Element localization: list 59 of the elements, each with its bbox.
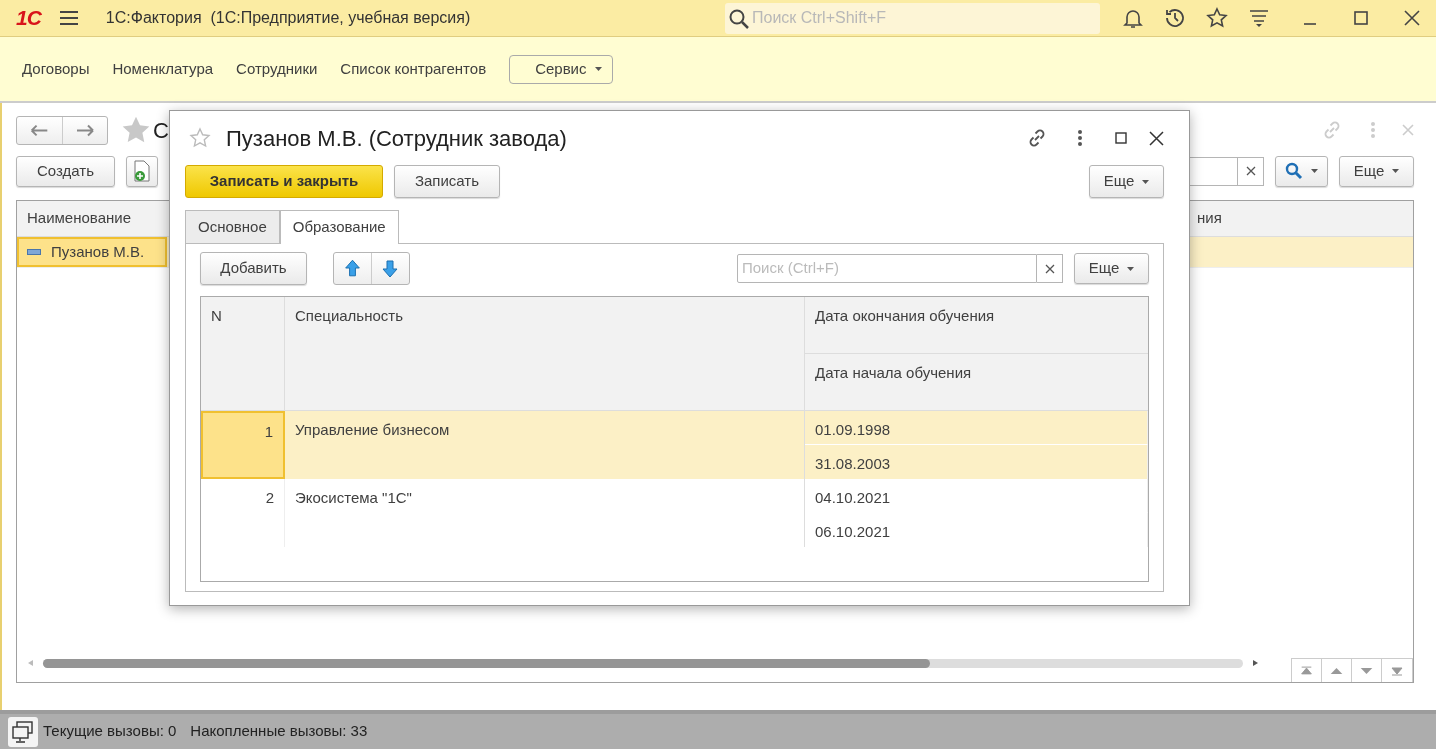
table-cell: 01.09.1998 xyxy=(805,411,1148,445)
table-cell: 31.08.2003 xyxy=(805,445,1148,479)
tab[interactable]: Образование xyxy=(279,210,399,244)
table-cell: 04.10.2021 xyxy=(805,479,1148,513)
column-header[interactable]: N xyxy=(201,297,285,411)
column-header[interactable]: Дата начала обучения xyxy=(805,354,1148,411)
caret-icon xyxy=(594,67,602,71)
caret-icon xyxy=(1392,169,1400,173)
close-icon xyxy=(1044,263,1055,274)
table-cell: Управление бизнесом xyxy=(285,411,805,479)
section-link[interactable]: Список контрагентов xyxy=(340,57,487,81)
scrollbar-thumb[interactable] xyxy=(43,658,930,668)
star-icon[interactable] xyxy=(188,126,212,150)
search-button[interactable] xyxy=(1275,155,1328,187)
star-icon[interactable] xyxy=(1205,6,1229,30)
scroll-right-icon[interactable] xyxy=(1251,659,1259,667)
column-header[interactable]: Специальность xyxy=(285,297,805,411)
caret-icon xyxy=(1127,266,1135,271)
more-button[interactable]: Еще xyxy=(1089,165,1164,198)
app-logo: 1С xyxy=(16,5,41,32)
monitor-icon[interactable] xyxy=(8,716,38,747)
more-icon[interactable] xyxy=(1077,129,1083,147)
save-button[interactable]: Записать xyxy=(394,165,500,198)
item-icon xyxy=(27,249,41,255)
search-icon xyxy=(1285,162,1303,180)
dialog-title: Пузанов М.В. (Сотрудник завода) xyxy=(226,124,567,153)
section-link[interactable]: Номенклатура xyxy=(112,57,214,81)
table-cell: 1 xyxy=(201,411,285,479)
close-icon[interactable] xyxy=(1149,130,1164,146)
form-title: С xyxy=(153,116,169,145)
more-button[interactable]: Еще xyxy=(1074,253,1149,284)
table-cell: 2 xyxy=(201,479,285,547)
add-document-button[interactable] xyxy=(126,155,158,187)
status-text: Текущие вызовы: 0 xyxy=(43,721,177,742)
history-icon[interactable] xyxy=(1163,6,1187,30)
more-button[interactable]: Еще xyxy=(1339,155,1414,187)
column-header[interactable]: ния xyxy=(1197,207,1413,230)
maximize-icon[interactable] xyxy=(1115,132,1127,144)
status-text: Накопленные вызовы: 33 xyxy=(190,721,368,742)
search-field[interactable]: Поиск Ctrl+Shift+F xyxy=(725,2,1100,34)
column-header[interactable]: Дата окончания обучения xyxy=(805,297,1148,354)
table-cell: 06.10.2021 xyxy=(805,513,1148,547)
save-and-close-button[interactable]: Записать и закрыть xyxy=(185,165,383,198)
column-header[interactable]: Наименование xyxy=(17,207,131,230)
service-menu-button[interactable]: Сервис xyxy=(509,54,613,84)
document-add-icon xyxy=(133,160,151,182)
add-button[interactable]: Добавить xyxy=(200,252,307,285)
caret-icon xyxy=(1311,169,1318,173)
section-link[interactable]: Договоры xyxy=(22,57,90,81)
app-title: 1С:Фактория (1С:Предприятие, учебная версия) xyxy=(105,8,471,28)
scrollbar-track[interactable] xyxy=(43,658,1243,668)
clear-button[interactable] xyxy=(1037,254,1063,283)
table-cell: Экосистема "1С" xyxy=(285,479,805,547)
section-link[interactable]: Сотрудники xyxy=(236,57,318,81)
caret-icon xyxy=(1142,179,1150,184)
create-button[interactable]: Создать xyxy=(16,155,115,187)
table-cell-text: Пузанов М.В. xyxy=(51,241,145,262)
tab[interactable]: Основное xyxy=(185,210,280,243)
search-field[interactable]: Поиск (Ctrl+F) xyxy=(737,254,1037,283)
